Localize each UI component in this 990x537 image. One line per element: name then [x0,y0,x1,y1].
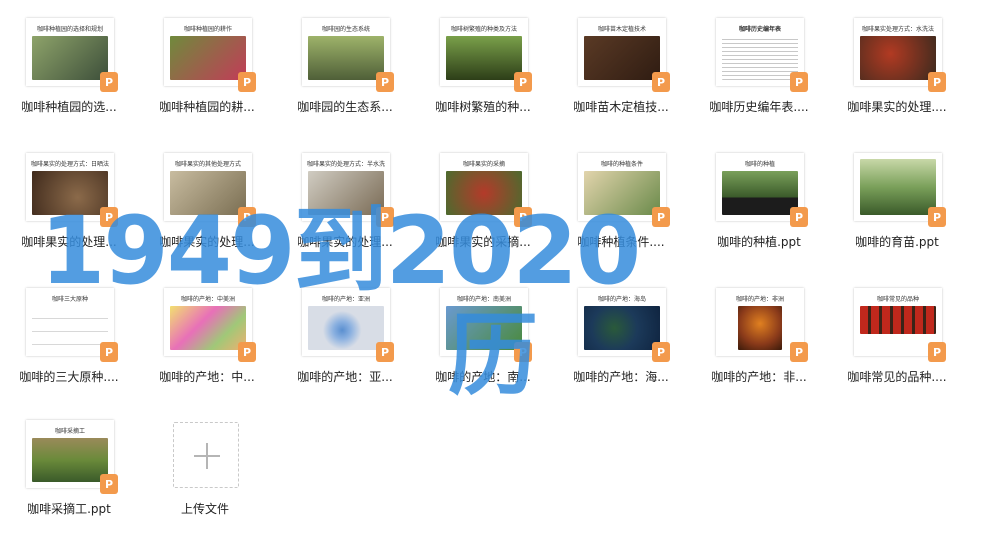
file-item[interactable]: 咖啡的产地：亚洲 P 咖啡的产地：亚... [280,280,410,405]
file-item[interactable]: 咖啡的产地：南美洲 P 咖啡的产地：南... [418,280,548,405]
file-name: 咖啡种植条件.... [577,235,665,249]
ppt-file-icon: P [376,207,394,227]
file-item[interactable]: 咖啡果实的处理方式：日晒法 P 咖啡果实的处理... [4,145,134,270]
file-name: 咖啡采摘工.ppt [27,502,111,516]
file-name: 咖啡的产地：海... [573,370,669,384]
ppt-file-icon: P [790,72,808,92]
file-name: 咖啡树繁殖的种... [435,100,531,114]
ppt-file-icon: P [514,207,532,227]
file-item[interactable]: 咖啡的产地：海岛 P 咖啡的产地：海... [556,280,686,405]
file-name: 咖啡的产地：中... [159,370,255,384]
ppt-file-icon: P [100,474,118,494]
file-name: 咖啡历史编年表.... [709,100,809,114]
file-item[interactable]: 咖啡园的生态系统 P 咖啡园的生态系... [280,10,410,135]
file-item[interactable]: 咖啡的产地：非洲 P 咖啡的产地：非... [694,280,824,405]
file-item[interactable]: 咖啡种植园的耕作 P 咖啡种植园的耕... [142,10,272,135]
file-grid: 咖啡种植园的选择和规划 P 咖啡种植园的选... 咖啡种植园的耕作 P 咖啡种植… [0,0,990,537]
ppt-file-icon: P [514,72,532,92]
ppt-file-icon: P [652,207,670,227]
file-item[interactable]: 咖啡果实的其他处理方式 P 咖啡果实的处理... [142,145,272,270]
file-item[interactable]: 咖啡三大原种 P 咖啡的三大原种.... [4,280,134,405]
file-name: 咖啡常见的品种.... [847,370,947,384]
ppt-file-icon: P [790,207,808,227]
file-name: 咖啡种植园的选... [21,100,117,114]
upload-file-button[interactable] [173,422,239,488]
file-item[interactable]: 咖啡苗木定植技术 P 咖啡苗木定植技... [556,10,686,135]
file-name: 咖啡种植园的耕... [159,100,255,114]
file-item[interactable]: 咖啡种植园的选择和规划 P 咖啡种植园的选... [4,10,134,135]
file-name: 咖啡果实的处理.... [847,100,947,114]
ppt-file-icon: P [928,72,946,92]
file-name: 咖啡的育苗.ppt [855,235,939,249]
file-name: 咖啡果实的处理... [297,235,393,249]
ppt-file-icon: P [652,72,670,92]
file-item[interactable]: 咖啡历史编年表 P 咖啡历史编年表.... [694,10,824,135]
ppt-file-icon: P [100,207,118,227]
file-name: 咖啡苗木定植技... [573,100,669,114]
file-name: 咖啡的三大原种.... [19,370,119,384]
upload-file-label: 上传文件 [180,502,229,516]
file-item[interactable]: 咖啡的种植 P 咖啡的种植.ppt [694,145,824,270]
file-item[interactable]: 咖啡常见的品种 P 咖啡常见的品种.... [832,280,962,405]
ppt-file-icon: P [376,72,394,92]
file-item[interactable]: 咖啡采摘工 P 咖啡采摘工.ppt [4,412,134,537]
ppt-file-icon: P [238,342,256,362]
ppt-file-icon: P [100,342,118,362]
ppt-file-icon: P [928,342,946,362]
file-item[interactable]: 咖啡的种植条件 P 咖啡种植条件.... [556,145,686,270]
ppt-file-icon: P [928,207,946,227]
file-item[interactable]: 咖啡果实的采摘 P 咖啡果实的采摘... [418,145,548,270]
ppt-file-icon: P [238,207,256,227]
file-name: 咖啡果实的处理... [21,235,117,249]
file-name: 咖啡园的生态系... [297,100,393,114]
ppt-file-icon: P [100,72,118,92]
ppt-file-icon: P [376,342,394,362]
file-item[interactable]: 咖啡树繁殖的种类及方法 P 咖啡树繁殖的种... [418,10,548,135]
file-name: 咖啡果实的采摘... [435,235,531,249]
file-name: 咖啡的产地：亚... [297,370,393,384]
file-name: 咖啡的产地：非... [711,370,807,384]
ppt-file-icon: P [652,342,670,362]
file-item[interactable]: 咖啡果实的处理方式：半水洗 P 咖啡果实的处理... [280,145,410,270]
file-name: 咖啡的产地：南... [435,370,531,384]
file-name: 咖啡果实的处理... [159,235,255,249]
ppt-file-icon: P [238,72,256,92]
file-item[interactable]: P 咖啡的育苗.ppt [832,145,962,270]
file-item[interactable]: 咖啡果实处理方式：水洗法 P 咖啡果实的处理.... [832,10,962,135]
ppt-file-icon: P [790,342,808,362]
ppt-file-icon: P [514,342,532,362]
file-name: 咖啡的种植.ppt [717,235,801,249]
file-item[interactable]: 咖啡的产地：中美洲 P 咖啡的产地：中... [142,280,272,405]
